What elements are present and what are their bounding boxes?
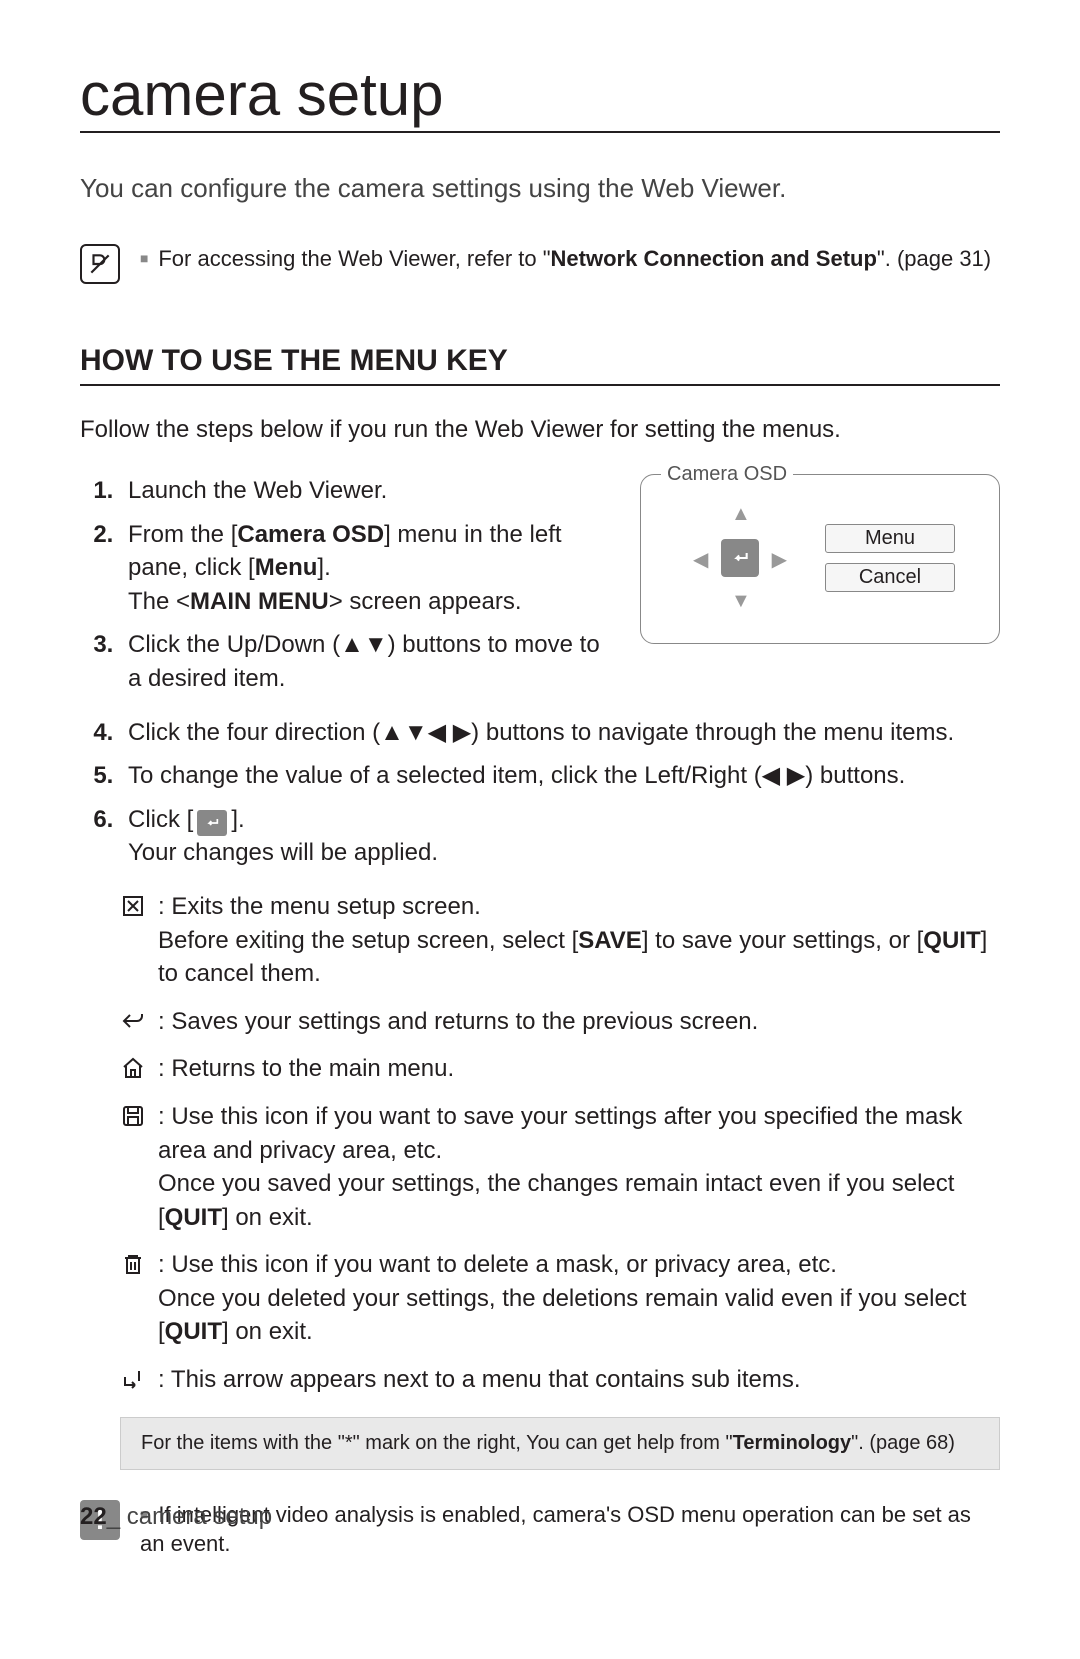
help-box: For the items with the "*" mark on the r… (120, 1417, 1000, 1470)
arrow-right-icon[interactable]: ▶ (772, 547, 787, 572)
exit-icon (120, 893, 146, 919)
step-1: Launch the Web Viewer. (120, 474, 610, 508)
note-icon (80, 244, 120, 284)
arrow-left-icon[interactable]: ◀ (693, 547, 708, 572)
step-2: From the [Camera OSD] menu in the left p… (120, 518, 610, 619)
section-heading: HOW TO USE THE MENU KEY (80, 344, 1000, 386)
enter-icon-inline (197, 810, 227, 836)
submenu-arrow-icon (120, 1366, 146, 1392)
home-icon (120, 1055, 146, 1081)
osd-legend: Camera OSD (661, 463, 793, 486)
top-note: For accessing the Web Viewer, refer to "… (80, 244, 1000, 284)
osd-cancel-button[interactable]: Cancel (825, 563, 955, 592)
delete-icon (120, 1251, 146, 1277)
arrow-up-icon[interactable]: ▲ (731, 503, 751, 526)
step-3: Click the Up/Down (▲▼) buttons to move t… (120, 628, 610, 695)
camera-osd-panel: Camera OSD ▲ ▼ ◀ ▶ Menu Cancel (640, 474, 1000, 644)
step-5: To change the value of a selected item, … (120, 759, 1000, 793)
page-title: camera setup (80, 60, 1000, 133)
arrow-down-icon[interactable]: ▼ (731, 590, 751, 613)
intro-text: You can configure the camera settings us… (80, 173, 1000, 204)
enter-icon[interactable] (721, 539, 759, 577)
back-icon (120, 1008, 146, 1034)
icon-legend-list: : Exits the menu setup screen. Before ex… (80, 890, 1000, 1397)
top-note-text: For accessing the Web Viewer, refer to "… (140, 244, 991, 274)
osd-menu-button[interactable]: Menu (825, 524, 955, 553)
step-6: Click []. Your changes will be applied. (120, 803, 1000, 870)
save-icon (120, 1103, 146, 1129)
osd-dpad[interactable]: ▲ ▼ ◀ ▶ (685, 503, 795, 613)
steps-list: Launch the Web Viewer. From the [Camera … (80, 474, 610, 696)
steps-list-cont: Click the four direction (▲▼◀ ▶) buttons… (80, 716, 1000, 870)
page-footer: 22_ camera setup (80, 1503, 272, 1531)
section-intro: Follow the steps below if you run the We… (80, 416, 1000, 444)
step-4: Click the four direction (▲▼◀ ▶) buttons… (120, 716, 1000, 750)
